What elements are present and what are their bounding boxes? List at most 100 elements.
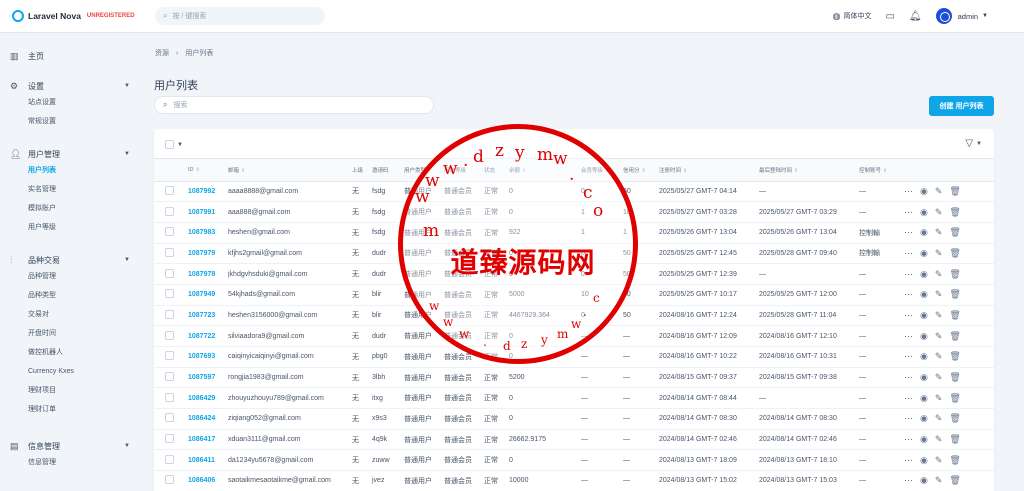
trash-icon[interactable]: 🗑︎ bbox=[949, 393, 960, 404]
column-header[interactable]: ID ⇳ bbox=[188, 159, 228, 182]
row-checkbox[interactable] bbox=[165, 247, 174, 257]
bell-icon[interactable]: 🔔︎ bbox=[909, 11, 922, 22]
sidebar-item-product-types[interactable]: 品种类型 bbox=[28, 286, 130, 305]
user-menu[interactable]: admin ▼ bbox=[935, 8, 988, 24]
edit-icon[interactable]: ✎ bbox=[935, 186, 943, 197]
row-id-link[interactable]: 1087991 bbox=[188, 201, 228, 223]
more-icon[interactable]: ⋯ bbox=[904, 434, 913, 445]
trash-icon[interactable]: 🗑︎ bbox=[949, 186, 960, 197]
monitor-icon[interactable]: ▭ bbox=[885, 11, 894, 22]
table-row[interactable]: 1086417 xduan3111@gmail.com 无 4q9k 普通用户 普通会员正… bbox=[154, 429, 994, 451]
sidebar-item-currency-kxes[interactable]: Currency Kxes bbox=[28, 362, 130, 381]
eye-icon[interactable]: ◉ bbox=[920, 434, 928, 445]
row-id-link[interactable]: 1086406 bbox=[188, 470, 228, 491]
eye-icon[interactable]: ◉ bbox=[920, 207, 928, 218]
table-row[interactable]: 1087597 rongjia1983@gmail.com 无 3lbh 普通用户 普通会… bbox=[154, 367, 994, 389]
eye-icon[interactable]: ◉ bbox=[920, 393, 928, 404]
sort-icon[interactable]: ⇳ bbox=[683, 168, 687, 174]
edit-icon[interactable]: ✎ bbox=[935, 207, 943, 218]
row-checkbox[interactable] bbox=[165, 454, 174, 464]
row-id-link[interactable]: 1087723 bbox=[188, 305, 228, 327]
trash-icon[interactable]: 🗑︎ bbox=[949, 372, 960, 383]
eye-icon[interactable]: ◉ bbox=[920, 310, 928, 321]
more-icon[interactable]: ⋯ bbox=[904, 393, 913, 404]
sidebar-item-open-times[interactable]: 开盘时间 bbox=[28, 324, 130, 343]
eye-icon[interactable]: ◉ bbox=[920, 289, 928, 300]
edit-icon[interactable]: ✎ bbox=[935, 310, 943, 321]
row-id-link[interactable]: 1086424 bbox=[188, 408, 228, 430]
sidebar-item-products[interactable]: 品种管理 bbox=[28, 267, 130, 286]
row-checkbox[interactable] bbox=[165, 227, 174, 237]
breadcrumb-root[interactable]: 资源 bbox=[155, 50, 169, 57]
global-search-input[interactable]: ⌕ 按 / 键搜索 bbox=[155, 7, 325, 25]
row-checkbox[interactable] bbox=[165, 372, 174, 382]
sidebar-group-home[interactable]: ▥ 主页 bbox=[10, 49, 130, 63]
row-id-link[interactable]: 1087722 bbox=[188, 325, 228, 347]
sort-icon[interactable]: ⇳ bbox=[196, 167, 200, 173]
table-row[interactable]: 1087983 heshen@gmail.com 无 fsdg 普通用户 普通会员 正常 92… bbox=[154, 222, 994, 244]
eye-icon[interactable]: ◉ bbox=[920, 351, 928, 362]
table-row[interactable]: 1087979 kfjhs2gmail@gmail.com 无 dudr 普通用户 普通会… bbox=[154, 243, 994, 265]
more-icon[interactable]: ⋯ bbox=[904, 269, 913, 280]
sidebar-head-messages[interactable]: ▤ 信息管理 ▼ bbox=[10, 439, 130, 453]
edit-icon[interactable]: ✎ bbox=[935, 227, 943, 238]
row-id-link[interactable]: 1087992 bbox=[188, 181, 228, 203]
more-icon[interactable]: ⋯ bbox=[904, 455, 913, 466]
create-user-button[interactable]: 创建 用户列表 bbox=[929, 96, 994, 116]
table-row[interactable]: 1087991 aaa888@gmail.com 无 fsdg 普通用户 普通会员 正常 0 1… bbox=[154, 201, 994, 223]
row-checkbox[interactable] bbox=[165, 413, 174, 423]
trash-icon[interactable]: 🗑︎ bbox=[949, 331, 960, 342]
trash-icon[interactable]: 🗑︎ bbox=[949, 289, 960, 300]
sort-icon[interactable]: ⇳ bbox=[522, 168, 526, 174]
more-icon[interactable]: ⋯ bbox=[904, 248, 913, 259]
sidebar-head-trading[interactable]: ⫶ 品种交易 ▼ bbox=[10, 253, 130, 267]
edit-icon[interactable]: ✎ bbox=[935, 393, 943, 404]
table-row[interactable]: 1086429 zhouyuzhouyu789@gmail.com 无 itxg 普通用… bbox=[154, 387, 994, 410]
eye-icon[interactable]: ◉ bbox=[920, 227, 928, 238]
eye-icon[interactable]: ◉ bbox=[920, 248, 928, 259]
trash-icon[interactable]: 🗑︎ bbox=[949, 310, 960, 321]
table-row[interactable]: 1086411 da1234yu5678@gmail.com 无 zuww 普通用户 普通… bbox=[154, 449, 994, 472]
row-id-link[interactable]: 1087597 bbox=[188, 367, 228, 389]
row-id-link[interactable]: 1087949 bbox=[188, 284, 228, 306]
sidebar-item-robots[interactable]: 做控机器人 bbox=[28, 343, 130, 362]
row-id-link[interactable]: 1086417 bbox=[188, 429, 228, 451]
row-checkbox[interactable] bbox=[165, 268, 174, 278]
sort-icon[interactable]: ⇳ bbox=[241, 168, 245, 174]
table-row[interactable]: 1087992 aaaa8888@gmail.com 无 fsdg 普通用户 普通会员 正常… bbox=[154, 181, 994, 203]
sidebar-item-general-settings[interactable]: 常规设置 bbox=[28, 112, 130, 131]
trash-icon[interactable]: 🗑︎ bbox=[949, 413, 960, 424]
filter-button[interactable]: ▽ ▼ bbox=[965, 138, 982, 149]
row-id-link[interactable]: 1087978 bbox=[188, 263, 228, 285]
sidebar-head-settings[interactable]: ⚙ 设置 ▼ bbox=[10, 79, 130, 93]
column-header[interactable]: 余额 ⇳ bbox=[509, 159, 581, 182]
trash-icon[interactable]: 🗑︎ bbox=[949, 269, 960, 280]
sidebar-head-users[interactable]: 👤︎ 用户管理 ▼ bbox=[10, 147, 130, 161]
edit-icon[interactable]: ✎ bbox=[935, 475, 943, 486]
trash-icon[interactable]: 🗑︎ bbox=[949, 455, 960, 466]
more-icon[interactable]: ⋯ bbox=[904, 475, 913, 486]
edit-icon[interactable]: ✎ bbox=[935, 248, 943, 259]
eye-icon[interactable]: ◉ bbox=[920, 475, 928, 486]
sort-icon[interactable]: ⇳ bbox=[605, 168, 609, 174]
trash-icon[interactable]: 🗑︎ bbox=[949, 351, 960, 362]
sidebar-item-user-list[interactable]: 用户列表 bbox=[28, 161, 130, 180]
eye-icon[interactable]: ◉ bbox=[920, 331, 928, 342]
eye-icon[interactable]: ◉ bbox=[920, 186, 928, 197]
table-row[interactable]: 1087978 jkhdgvhsduki@gmail.com 无 dudr 普通用户 普通… bbox=[154, 263, 994, 285]
select-all-control[interactable]: ▼ bbox=[165, 140, 183, 149]
edit-icon[interactable]: ✎ bbox=[935, 434, 943, 445]
eye-icon[interactable]: ◉ bbox=[920, 413, 928, 424]
edit-icon[interactable]: ✎ bbox=[935, 289, 943, 300]
more-icon[interactable]: ⋯ bbox=[904, 186, 913, 197]
eye-icon[interactable]: ◉ bbox=[920, 269, 928, 280]
column-header[interactable]: 最后登陆时间 ⇳ bbox=[759, 159, 859, 182]
table-row[interactable]: 1086424 ziqiang052@gmail.com 无 x9s3 普通用户 普通会员… bbox=[154, 408, 994, 430]
trash-icon[interactable]: 🗑︎ bbox=[949, 227, 960, 238]
row-checkbox[interactable] bbox=[165, 392, 174, 402]
edit-icon[interactable]: ✎ bbox=[935, 455, 943, 466]
sort-icon[interactable]: ⇳ bbox=[794, 168, 798, 174]
row-checkbox[interactable] bbox=[165, 185, 174, 195]
edit-icon[interactable]: ✎ bbox=[935, 331, 943, 342]
edit-icon[interactable]: ✎ bbox=[935, 413, 943, 424]
